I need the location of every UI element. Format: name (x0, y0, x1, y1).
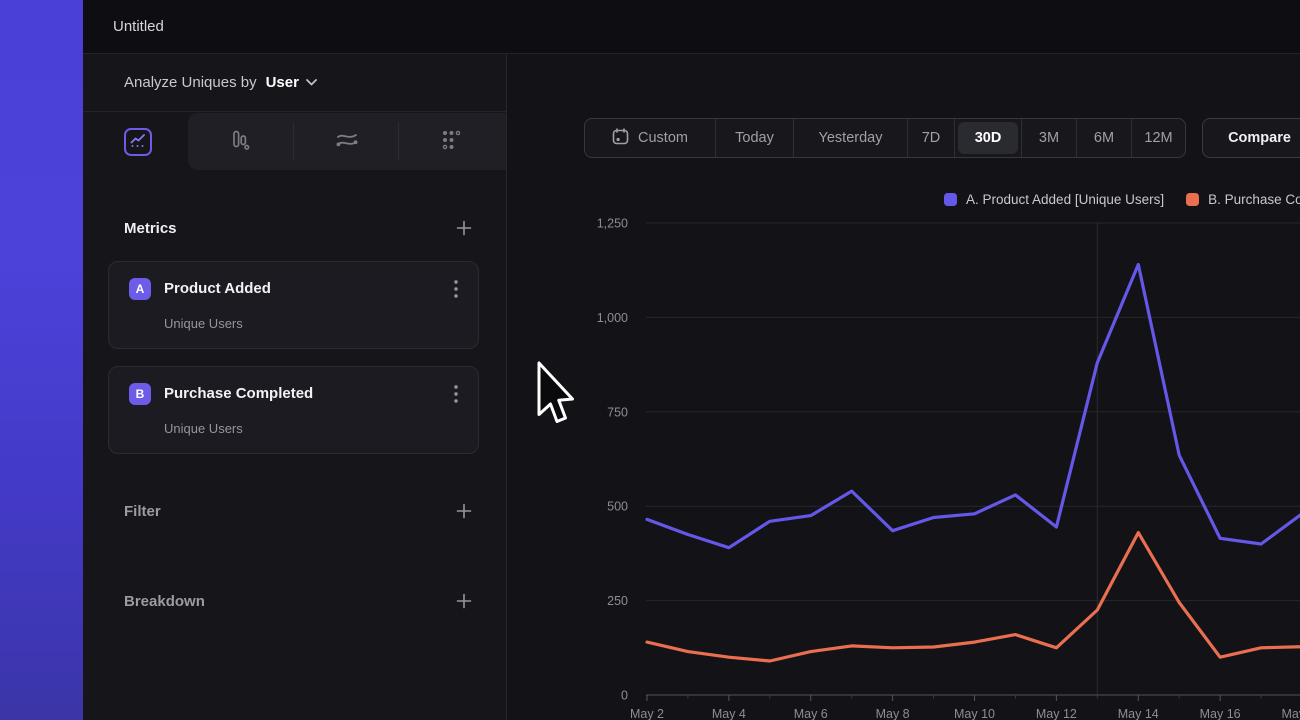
svg-text:May 6: May 6 (794, 707, 828, 720)
svg-text:1,250: 1,250 (597, 217, 628, 231)
svg-text:500: 500 (607, 500, 628, 514)
svg-text:May 14: May 14 (1118, 707, 1159, 720)
tab-grid[interactable] (439, 130, 463, 154)
metric-card-b[interactable]: B Purchase Completed Unique Users (108, 366, 479, 454)
query-sidebar: Analyze Uniques by User (83, 54, 507, 720)
metric-badge-b: B (129, 383, 151, 405)
report-title[interactable]: Untitled (113, 0, 164, 54)
svg-text:1,000: 1,000 (597, 311, 628, 325)
accent-strip (0, 0, 83, 720)
line-chart[interactable]: 0 250 500 750 1,000 1,250 May 2 May 4 May 6 May 8… (507, 54, 1300, 720)
breakdown-section: Breakdown (124, 587, 479, 615)
svg-text:May 18: May 18 (1282, 707, 1300, 720)
filter-section: Filter (124, 497, 479, 525)
kebab-menu-icon[interactable] (448, 383, 464, 405)
analyze-row: Analyze Uniques by User (83, 54, 506, 112)
metrics-header: Metrics (124, 214, 479, 242)
top-header: Untitled (83, 0, 1300, 54)
tab-line-chart[interactable] (124, 128, 152, 156)
tab-flows[interactable] (335, 130, 359, 154)
kebab-menu-icon[interactable] (448, 278, 464, 300)
chart-panel: Custom Today Yesterday 7D 30D 3M 6M 12M … (507, 54, 1300, 720)
metric-subtitle: Unique Users (164, 421, 243, 436)
svg-text:May 12: May 12 (1036, 707, 1077, 720)
add-breakdown-button[interactable] (456, 593, 472, 609)
svg-text:750: 750 (607, 405, 628, 419)
flows-icon (335, 129, 359, 156)
analyze-selector[interactable]: User (266, 74, 299, 91)
svg-text:May 8: May 8 (876, 707, 910, 720)
chevron-down-icon[interactable] (306, 79, 317, 86)
filter-label: Filter (124, 503, 161, 520)
svg-text:250: 250 (607, 594, 628, 608)
tab-divider (293, 122, 294, 160)
metric-card-a[interactable]: A Product Added Unique Users (108, 261, 479, 349)
line-chart-icon (129, 131, 147, 154)
metric-badge-a: A (129, 278, 151, 300)
grid-dots-icon (440, 129, 462, 156)
bar-chart-icon (229, 129, 251, 156)
app-window: Untitled Analyze Uniques by User (83, 0, 1300, 720)
breakdown-label: Breakdown (124, 593, 205, 610)
tab-divider (398, 122, 399, 160)
metric-title: Product Added (164, 280, 271, 297)
metric-title: Purchase Completed (164, 385, 313, 402)
metric-subtitle: Unique Users (164, 316, 243, 331)
svg-text:0: 0 (621, 689, 628, 703)
svg-text:May 16: May 16 (1200, 707, 1241, 720)
svg-text:May 10: May 10 (954, 707, 995, 720)
tab-bar-chart[interactable] (228, 130, 252, 154)
analyze-label: Analyze Uniques by (124, 74, 257, 91)
metrics-label: Metrics (124, 220, 177, 237)
add-metric-button[interactable] (456, 220, 472, 236)
svg-text:May 4: May 4 (712, 707, 746, 720)
add-filter-button[interactable] (456, 503, 472, 519)
svg-text:May 2: May 2 (630, 707, 664, 720)
